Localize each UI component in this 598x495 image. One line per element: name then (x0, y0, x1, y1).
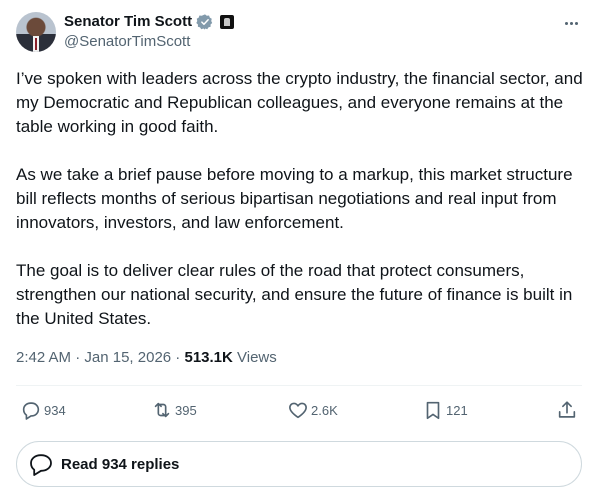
repost-button[interactable]: 395 (151, 398, 197, 422)
like-button[interactable]: 2.6K (287, 398, 338, 422)
read-replies-label: Read 934 replies (61, 455, 180, 473)
reply-button[interactable]: 934 (20, 398, 66, 422)
tweet-metadata: 2:42 AM · Jan 15, 2026 · 513.1K Views (16, 348, 277, 368)
government-seal-icon (220, 15, 235, 29)
avatar[interactable] (16, 12, 56, 52)
tweet-paragraph: The goal is to deliver clear rules of th… (16, 261, 573, 328)
bookmark-button[interactable]: 121 (422, 398, 468, 422)
divider (16, 385, 582, 386)
bookmark-count: 121 (446, 402, 468, 418)
tweet-header: Senator Tim Scott @SenatorTimScott (16, 12, 582, 56)
repost-count: 395 (175, 402, 197, 418)
tweet-paragraph: I’ve spoken with leaders across the cryp… (16, 69, 583, 136)
views-label: Views (232, 349, 277, 366)
share-icon (558, 401, 576, 418)
tweet-paragraph: As we take a brief pause before moving t… (16, 165, 573, 232)
handle[interactable]: @SenatorTimScott (64, 32, 190, 52)
reply-icon (22, 402, 40, 420)
verified-badge-icon[interactable] (196, 13, 214, 31)
action-bar: 934 395 2.6K 121 (16, 398, 582, 422)
views-count: 513.1K (184, 349, 233, 366)
read-replies-button[interactable]: Read 934 replies (16, 441, 582, 487)
avatar-tie (35, 38, 37, 50)
tweet-text: I’ve spoken with leaders across the cryp… (16, 67, 584, 331)
heart-icon (289, 402, 307, 419)
display-name[interactable]: Senator Tim Scott (64, 12, 192, 32)
share-button[interactable] (556, 398, 578, 422)
meta-separator: · (71, 349, 85, 366)
tweet-date[interactable]: Jan 15, 2026 (84, 349, 171, 366)
reply-count: 934 (44, 402, 66, 418)
repost-icon (154, 402, 170, 418)
more-options-icon[interactable] (560, 14, 582, 32)
name-row: Senator Tim Scott (64, 12, 235, 32)
bookmark-icon (426, 401, 440, 420)
speech-bubble-icon (30, 454, 52, 476)
like-count: 2.6K (311, 402, 338, 418)
tweet-time[interactable]: 2:42 AM (16, 349, 71, 366)
meta-separator: · (171, 349, 185, 366)
